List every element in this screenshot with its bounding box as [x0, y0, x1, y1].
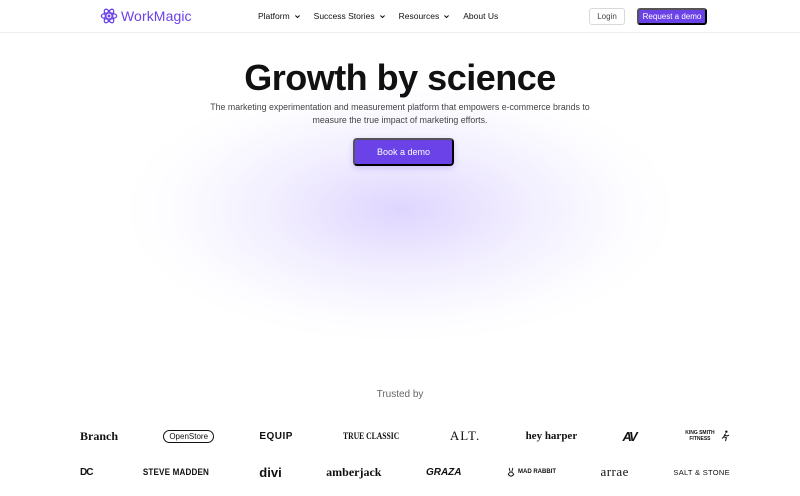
atom-icon — [100, 8, 118, 24]
trusted-by-heading: Trusted by — [376, 389, 424, 400]
brand-logo-salt-and-stone: SALT & STONE — [673, 467, 730, 477]
brand-logo-mad-rabbit-text: MAD RABBIT — [517, 469, 556, 475]
brand-logo-divi: divi — [259, 464, 282, 480]
nav-item-resources[interactable]: Resources — [399, 11, 451, 21]
brand-logo-true-classic: TRUE CLASSIC — [343, 431, 400, 441]
runner-icon — [721, 430, 730, 442]
nav-item-about-us[interactable]: About Us — [463, 11, 498, 21]
login-button[interactable]: Login — [589, 8, 625, 25]
nav-item-label: Success Stories — [313, 11, 375, 21]
chevron-down-icon — [294, 14, 300, 18]
brand-logo-av: AV — [622, 428, 638, 444]
brand-logo[interactable]: WorkMagic — [100, 7, 192, 25]
top-navbar: WorkMagic Platform Success Stories Resou… — [0, 0, 800, 33]
chevron-down-icon — [444, 14, 450, 18]
main-nav: Platform Success Stories Resources About… — [258, 11, 498, 21]
nav-item-label: About Us — [463, 11, 499, 21]
brand-logo-arrae: arrae — [600, 464, 629, 479]
brand-logo-branch: Branch — [80, 428, 119, 443]
brand-name: WorkMagic — [121, 8, 192, 24]
brand-logo-king-smith: KING SMITH FITNESS — [681, 430, 730, 442]
brand-logo-hey-harper: hey harper — [525, 430, 578, 442]
customer-logos-row-2: DC STEVE MADDEN divi amberjack GRAZA MAD… — [80, 464, 730, 480]
nav-item-label: Resources — [398, 11, 440, 21]
hero-title: Growth by science — [244, 57, 556, 98]
brand-logo-graza: GRAZA — [425, 466, 462, 478]
brand-logo-steve-madden: STEVE MADDEN — [142, 466, 209, 478]
customer-logos-row-1: Branch OpenStore EQUIP TRUE CLASSIC ALT.… — [80, 428, 730, 444]
brand-logo-amberjack: amberjack — [326, 464, 382, 479]
hero-subtitle: The marketing experimentation and measur… — [210, 102, 590, 125]
book-demo-button[interactable]: Book a demo — [353, 138, 454, 166]
brand-logo-alt: ALT. — [449, 428, 481, 443]
brand-logo-dc: DC — [80, 466, 93, 478]
brand-logo-equip: EQUIP — [259, 430, 293, 442]
request-demo-button[interactable]: Request a demo — [637, 8, 707, 25]
brand-logo-king-smith-text: KING SMITH FITNESS — [685, 430, 715, 442]
chevron-down-icon — [379, 14, 385, 18]
brand-logo-openstore: OpenStore — [163, 429, 215, 443]
brand-logo-mad-rabbit: MAD RABBIT — [506, 467, 556, 478]
nav-item-label: Platform — [258, 11, 290, 21]
nav-item-success-stories[interactable]: Success Stories — [314, 11, 386, 21]
rabbit-icon — [507, 467, 515, 477]
nav-item-platform[interactable]: Platform — [258, 11, 301, 21]
